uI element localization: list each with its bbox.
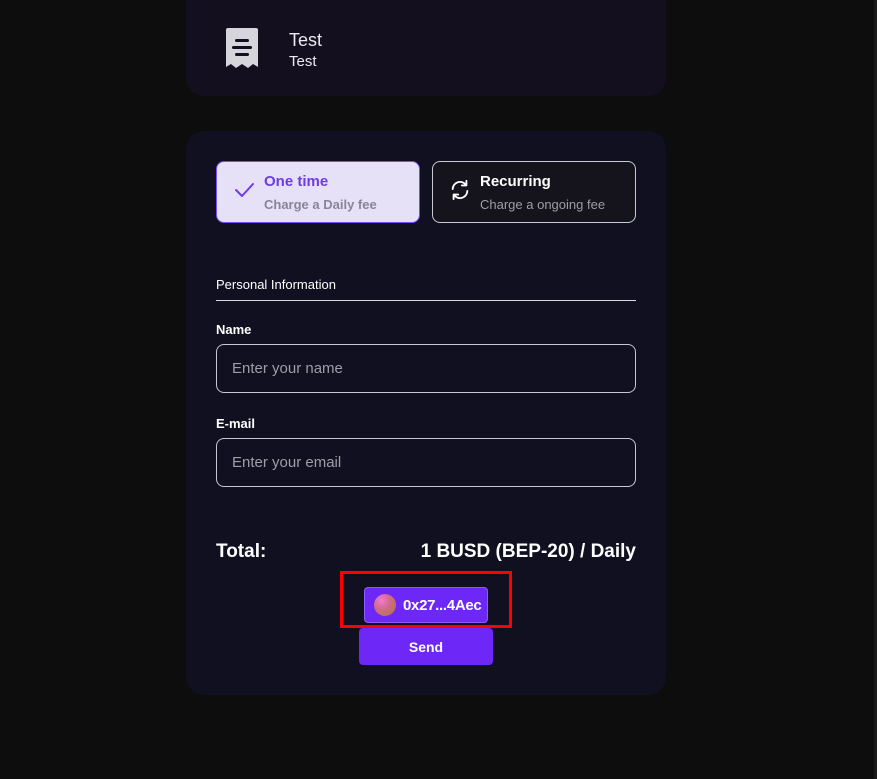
wallet-address: 0x27...4Aec xyxy=(403,596,482,614)
name-input[interactable] xyxy=(216,344,636,393)
merchant-subtitle: Test xyxy=(289,53,317,70)
option-one-time[interactable]: One time Charge a Daily fee xyxy=(216,161,420,223)
email-input[interactable] xyxy=(216,438,636,487)
wallet-address-button[interactable]: 0x27...4Aec xyxy=(364,587,488,623)
name-label: Name xyxy=(216,322,252,337)
total-value: 1 BUSD (BEP-20) / Daily xyxy=(420,541,636,562)
section-title-personal-information: Personal Information xyxy=(216,277,336,292)
check-icon xyxy=(233,179,255,201)
option-recurring[interactable]: Recurring Charge a ongoing fee xyxy=(432,161,636,223)
wallet-avatar-icon xyxy=(374,594,396,616)
email-label: E-mail xyxy=(216,416,256,431)
option-one-time-description: Charge a Daily fee xyxy=(264,197,377,212)
option-one-time-title: One time xyxy=(264,173,329,190)
option-recurring-description: Charge a ongoing fee xyxy=(480,197,606,212)
merchant-title: Test xyxy=(289,30,323,50)
receipt-icon xyxy=(222,27,262,71)
refresh-icon xyxy=(449,179,471,201)
send-button[interactable]: Send xyxy=(359,628,493,665)
total-label: Total: xyxy=(216,541,267,562)
option-recurring-title: Recurring xyxy=(480,173,551,190)
section-divider xyxy=(216,300,636,301)
